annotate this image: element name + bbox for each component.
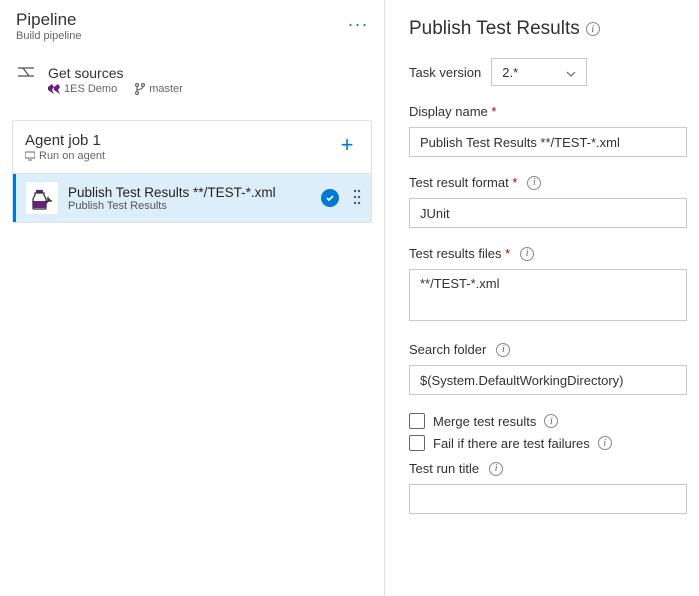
info-icon[interactable]: i [586,22,600,36]
pipeline-subtitle: Build pipeline [16,30,81,42]
fail-on-failures-checkbox[interactable] [409,435,425,451]
task-version-select[interactable]: 2.* [491,58,587,86]
display-name-input[interactable] [409,127,687,157]
merge-results-label: Merge test results [433,414,536,429]
agent-job-panel: Agent job 1 Run on agent + Publish Test … [12,120,372,223]
test-run-title-label: Test run title [409,461,479,476]
test-result-format-label: Test result format * [409,175,517,190]
info-icon[interactable]: i [520,247,534,261]
test-result-format-input[interactable] [409,198,687,228]
search-folder-input[interactable] [409,365,687,395]
pipeline-title: Pipeline [16,10,81,30]
details-panel: Publish Test Results i Task version 2.* … [385,0,699,596]
repo-icon [48,84,60,94]
info-icon[interactable]: i [527,176,541,190]
task-drag-handle[interactable] [349,188,365,209]
branch-icon [135,83,145,95]
info-icon[interactable]: i [489,462,503,476]
task-version-label: Task version [409,65,481,80]
fail-on-failures-label: Fail if there are test failures [433,436,590,451]
search-folder-label: Search folder [409,342,486,357]
task-version-value: 2.* [502,65,518,80]
task-row-publish-test-results[interactable]: Publish Test Results **/TEST-*.xml Publi… [13,174,371,222]
get-sources-row[interactable]: Get sources 1ES Demo master [0,56,384,104]
agent-job-title: Agent job 1 [25,132,105,149]
info-icon[interactable]: i [496,343,510,357]
task-subtitle: Publish Test Results [68,200,311,212]
info-icon[interactable]: i [598,436,612,450]
info-icon[interactable]: i [544,414,558,428]
chevron-down-icon [566,65,576,80]
details-title-row: Publish Test Results i [409,18,699,40]
test-results-files-label: Test results files * [409,246,510,261]
agent-job-subtitle: Run on agent [25,150,105,162]
agent-job-header[interactable]: Agent job 1 Run on agent + [13,121,371,174]
get-sources-title: Get sources [48,65,183,81]
task-title: Publish Test Results **/TEST-*.xml [68,185,311,200]
merge-results-checkbox[interactable] [409,413,425,429]
repo-name: 1ES Demo [64,83,117,95]
add-task-button[interactable]: + [333,132,361,158]
task-icon [26,182,58,214]
branch-name: master [149,83,183,95]
branch-info: master [135,83,183,95]
test-results-files-input[interactable] [409,269,687,321]
pipeline-header: Pipeline Build pipeline ··· [0,10,384,56]
display-name-label: Display name * [409,104,496,119]
task-status-check-icon [321,189,339,207]
repo-info: 1ES Demo [48,83,117,95]
test-run-title-input[interactable] [409,484,687,514]
agent-icon [25,151,35,161]
more-actions-button[interactable]: ··· [342,10,374,38]
details-title: Publish Test Results [409,18,580,40]
get-sources-icon [16,65,36,79]
pipeline-panel: Pipeline Build pipeline ··· Get sources … [0,0,385,596]
